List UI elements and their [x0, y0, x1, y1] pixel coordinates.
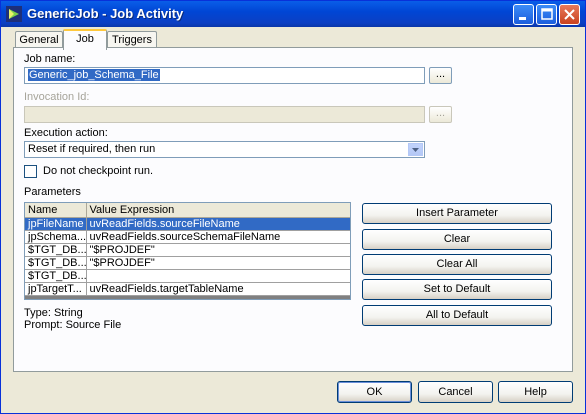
set-to-default-button[interactable]: Set to Default: [362, 279, 552, 300]
invocation-id-field[interactable]: [24, 106, 425, 123]
parameters-grid[interactable]: Name Value Expression jpFileName uvReadF…: [24, 202, 351, 300]
execution-action-label: Execution action:: [24, 127, 108, 139]
table-row[interactable]: jpTargetT... uvReadFields.targetTableNam…: [25, 282, 350, 296]
tab-job[interactable]: Job: [63, 29, 107, 50]
clear-all-button[interactable]: Clear All: [362, 254, 552, 275]
column-header-value-expression[interactable]: Value Expression: [86, 203, 350, 218]
param-name-cell[interactable]: $TGT_DB...: [25, 256, 87, 270]
tab-triggers[interactable]: Triggers: [107, 31, 157, 48]
job-name-field[interactable]: Generic_job_Schema_File: [24, 67, 425, 84]
all-to-default-button[interactable]: All to Default: [362, 305, 552, 326]
ok-button[interactable]: OK: [337, 381, 412, 403]
help-button[interactable]: Help: [498, 381, 573, 403]
checkpoint-checkbox[interactable]: [24, 165, 37, 178]
param-value-cell[interactable]: [86, 269, 350, 283]
parameter-type-text: Type: String: [24, 307, 83, 319]
window-title: GenericJob - Job Activity: [27, 6, 184, 21]
param-name-cell[interactable]: jpFileName: [25, 217, 87, 231]
param-name-cell[interactable]: jpSchema...: [25, 230, 87, 244]
minimize-button[interactable]: [513, 4, 534, 25]
execution-action-select[interactable]: Reset if required, then run: [24, 141, 425, 158]
tab-triggers-label: Triggers: [112, 34, 152, 46]
tab-general[interactable]: General: [15, 31, 63, 48]
job-name-browse-button[interactable]: ...: [429, 67, 452, 84]
table-row[interactable]: $TGT_DB... "$PROJDEF": [25, 256, 350, 270]
insert-parameter-button[interactable]: Insert Parameter: [362, 203, 552, 224]
execution-action-value: Reset if required, then run: [28, 143, 156, 155]
checkpoint-label: Do not checkpoint run.: [43, 165, 154, 177]
title-bar[interactable]: GenericJob - Job Activity: [1, 1, 585, 27]
maximize-button[interactable]: [536, 4, 557, 25]
parameter-prompt-text: Prompt: Source File: [24, 319, 122, 331]
job-name-label: Job name:: [24, 53, 76, 65]
parameters-label: Parameters: [24, 186, 81, 198]
param-name-cell[interactable]: $TGT_DB...: [25, 243, 87, 257]
table-row[interactable]: $TGT_DB...: [25, 269, 350, 283]
param-name-cell[interactable]: $TGT_DB...: [25, 269, 87, 283]
table-row[interactable]: jpSchema... uvReadFields.sourceSchemaFil…: [25, 230, 350, 244]
job-name-value: Generic_job_Schema_File: [28, 69, 160, 81]
param-value-cell[interactable]: uvReadFields.targetTableName: [86, 282, 350, 296]
param-value-cell[interactable]: uvReadFields.sourceFileName: [86, 217, 350, 231]
clear-button[interactable]: Clear: [362, 229, 552, 250]
app-icon: [6, 6, 22, 22]
job-activity-dialog: GenericJob - Job Activity General Job Tr…: [0, 0, 586, 414]
table-row[interactable]: $TGT_DB... "$PROJDEF": [25, 243, 350, 257]
column-header-name[interactable]: Name: [25, 203, 87, 218]
param-value-cell[interactable]: "$PROJDEF": [86, 256, 350, 270]
cancel-button[interactable]: Cancel: [418, 381, 493, 403]
table-row[interactable]: jpFileName uvReadFields.sourceFileName: [25, 217, 350, 231]
invocation-id-label: Invocation Id:: [24, 91, 90, 103]
chevron-down-icon[interactable]: [408, 143, 423, 156]
tab-general-label: General: [19, 34, 59, 46]
param-value-cell[interactable]: "$PROJDEF": [86, 243, 350, 257]
param-value-cell[interactable]: uvReadFields.sourceSchemaFileName: [86, 230, 350, 244]
invocation-id-browse-button[interactable]: ...: [429, 106, 452, 123]
grid-header-row: Name Value Expression: [25, 203, 350, 218]
param-name-cell[interactable]: jpTargetT...: [25, 282, 87, 296]
close-button[interactable]: [559, 4, 580, 25]
tab-job-label: Job: [76, 33, 94, 45]
